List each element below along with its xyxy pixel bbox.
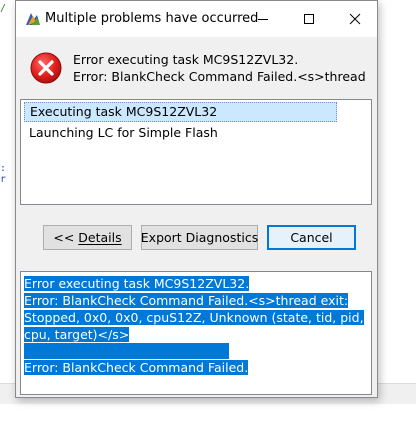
cancel-button[interactable]: Cancel xyxy=(267,225,356,250)
title-bar: Multiple problems have occurred xyxy=(16,1,377,37)
maximize-button[interactable] xyxy=(286,1,332,37)
detail-line-blank xyxy=(24,343,229,359)
error-message-line-1: Error executing task MC9S12ZVL32. xyxy=(73,52,299,67)
export-diagnostics-button[interactable]: Export Diagnostics xyxy=(141,225,258,250)
background-code-fragment: : r xyxy=(0,163,7,185)
details-prefix: << xyxy=(53,230,79,245)
error-dialog: Multiple problems have occurred Error ex… xyxy=(15,0,378,398)
detail-line: Error: BlankCheck Command Failed. xyxy=(24,360,249,375)
error-icon xyxy=(30,52,62,84)
maximize-icon xyxy=(304,14,314,24)
background-editor: / : r xyxy=(0,0,16,422)
app-logo-icon xyxy=(26,13,40,25)
minimize-button[interactable] xyxy=(240,1,286,37)
close-icon xyxy=(349,13,361,25)
minimize-icon xyxy=(258,19,268,20)
task-list[interactable]: Executing task MC9S12ZVL32 Launching LC … xyxy=(20,99,372,205)
detail-line: Error executing task MC9S12ZVL32. xyxy=(24,276,250,291)
window-title: Multiple problems have occurred xyxy=(45,11,259,26)
detail-line: cpu, target)</s> xyxy=(24,327,130,342)
error-message-line-2: Error: BlankCheck Command Failed.<s>thre… xyxy=(73,69,366,84)
details-label: Details xyxy=(78,230,122,245)
details-button[interactable]: << Details xyxy=(43,225,132,250)
list-item[interactable]: Launching LC for Simple Flash xyxy=(24,123,218,143)
close-button[interactable] xyxy=(332,1,378,37)
detail-line: Stopped, 0x0, 0x0, cpuS12Z, Unknown (sta… xyxy=(24,310,364,325)
detail-line: Error: BlankCheck Command Failed.<s>thre… xyxy=(24,293,349,308)
details-text-area[interactable]: Error executing task MC9S12ZVL32. Error:… xyxy=(20,271,372,395)
background-code-fragment: / xyxy=(0,3,7,14)
list-item[interactable]: Executing task MC9S12ZVL32 xyxy=(24,102,337,122)
